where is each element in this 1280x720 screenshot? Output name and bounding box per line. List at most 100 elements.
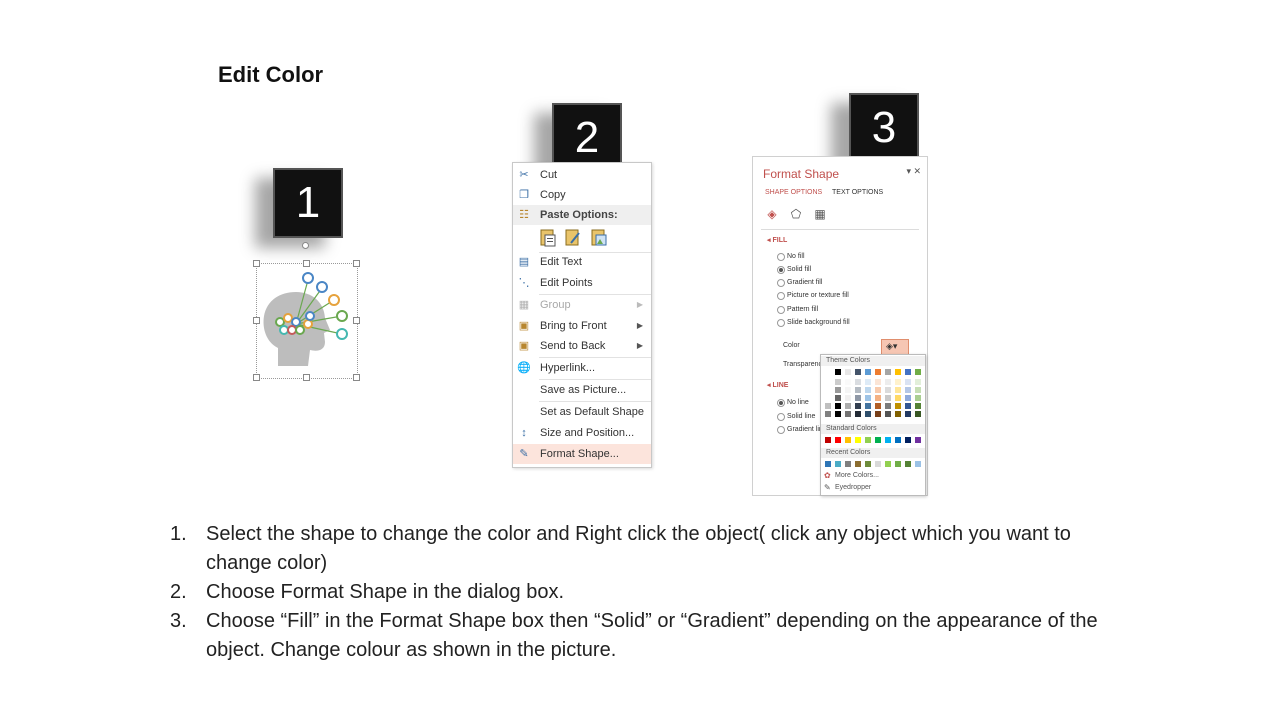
- standard-color-swatch[interactable]: [885, 437, 891, 443]
- theme-color-swatch[interactable]: [825, 379, 831, 385]
- standard-color-swatch[interactable]: [845, 437, 851, 443]
- theme-color-swatch[interactable]: [855, 395, 861, 401]
- theme-color-swatch[interactable]: [865, 411, 871, 417]
- standard-color-swatch[interactable]: [855, 437, 861, 443]
- theme-color-swatch[interactable]: [885, 379, 891, 385]
- theme-color-swatch[interactable]: [835, 403, 841, 409]
- theme-color-swatch[interactable]: [835, 379, 841, 385]
- theme-color-swatch[interactable]: [895, 403, 901, 409]
- fill-line-icon[interactable]: ◈: [765, 207, 779, 221]
- theme-color-swatch[interactable]: [885, 395, 891, 401]
- menu-item-hyperlink[interactable]: 🌐 Hyperlink...: [513, 358, 651, 378]
- theme-color-swatch[interactable]: [825, 411, 831, 417]
- theme-color-swatch[interactable]: [915, 387, 921, 393]
- menu-item-edit-points[interactable]: ⋱ Edit Points: [513, 273, 651, 293]
- theme-color-swatch[interactable]: [915, 403, 921, 409]
- selected-shape[interactable]: [250, 238, 362, 384]
- menu-item-send-to-back[interactable]: ▣ Send to Back ▶: [513, 336, 651, 356]
- theme-color-swatch[interactable]: [855, 411, 861, 417]
- theme-color-swatch[interactable]: [905, 369, 911, 375]
- theme-color-swatch[interactable]: [915, 411, 921, 417]
- recent-color-swatch[interactable]: [865, 461, 871, 467]
- menu-item-bring-to-front[interactable]: ▣ Bring to Front ▶: [513, 316, 651, 336]
- theme-color-swatch[interactable]: [865, 403, 871, 409]
- effects-icon[interactable]: ⬠: [789, 207, 803, 221]
- standard-color-swatch[interactable]: [835, 437, 841, 443]
- theme-color-swatch[interactable]: [875, 387, 881, 393]
- paste-keep-source-button[interactable]: [539, 227, 557, 247]
- close-icon[interactable]: ▾ ✕: [906, 166, 921, 177]
- theme-color-swatch[interactable]: [835, 387, 841, 393]
- theme-color-swatch[interactable]: [905, 411, 911, 417]
- theme-color-swatch[interactable]: [905, 379, 911, 385]
- paste-picture-button[interactable]: [590, 227, 608, 247]
- more-colors-link[interactable]: More Colors...: [835, 472, 879, 479]
- standard-color-swatch[interactable]: [875, 437, 881, 443]
- color-picker-button[interactable]: ◈▾: [881, 339, 909, 355]
- theme-color-swatch[interactable]: [855, 403, 861, 409]
- theme-color-swatch[interactable]: [885, 387, 891, 393]
- theme-color-swatch[interactable]: [835, 395, 841, 401]
- menu-item-size-position[interactable]: ↕ Size and Position...: [513, 423, 651, 443]
- theme-color-swatch[interactable]: [845, 387, 851, 393]
- recent-color-swatch[interactable]: [835, 461, 841, 467]
- theme-color-swatch[interactable]: [895, 411, 901, 417]
- theme-color-swatch[interactable]: [845, 369, 851, 375]
- theme-color-swatch[interactable]: [915, 379, 921, 385]
- size-properties-icon[interactable]: ▦: [813, 207, 827, 221]
- tab-text-options[interactable]: TEXT OPTIONS: [832, 189, 883, 196]
- theme-color-swatch[interactable]: [825, 369, 831, 375]
- menu-item-format-shape[interactable]: ✎ Format Shape...: [513, 444, 651, 464]
- theme-color-swatch[interactable]: [905, 387, 911, 393]
- theme-color-swatch[interactable]: [895, 395, 901, 401]
- recent-color-swatch[interactable]: [915, 461, 921, 467]
- theme-color-swatch[interactable]: [875, 369, 881, 375]
- theme-color-swatch[interactable]: [845, 379, 851, 385]
- theme-color-swatch[interactable]: [885, 369, 891, 375]
- eyedropper-link[interactable]: Eyedropper: [835, 484, 871, 491]
- menu-item-copy[interactable]: ❐ Copy: [513, 185, 651, 205]
- theme-color-swatch[interactable]: [865, 369, 871, 375]
- theme-color-swatch[interactable]: [875, 403, 881, 409]
- menu-item-cut[interactable]: ✂ Cut: [513, 165, 651, 185]
- theme-color-swatch[interactable]: [915, 369, 921, 375]
- line-section-header[interactable]: ◂ LINE: [767, 381, 788, 389]
- theme-color-swatch[interactable]: [885, 411, 891, 417]
- theme-color-swatch[interactable]: [875, 379, 881, 385]
- standard-color-swatch[interactable]: [825, 437, 831, 443]
- theme-color-swatch[interactable]: [855, 369, 861, 375]
- recent-color-swatch[interactable]: [855, 461, 861, 467]
- theme-color-swatch[interactable]: [865, 387, 871, 393]
- tab-shape-options[interactable]: SHAPE OPTIONS: [765, 189, 822, 196]
- theme-color-swatch[interactable]: [825, 387, 831, 393]
- theme-color-swatch[interactable]: [855, 387, 861, 393]
- theme-color-swatch[interactable]: [905, 403, 911, 409]
- theme-color-swatch[interactable]: [875, 411, 881, 417]
- theme-color-swatch[interactable]: [825, 403, 831, 409]
- recent-color-swatch[interactable]: [845, 461, 851, 467]
- standard-color-swatch[interactable]: [915, 437, 921, 443]
- recent-color-swatch[interactable]: [825, 461, 831, 467]
- theme-color-swatch[interactable]: [825, 395, 831, 401]
- standard-color-swatch[interactable]: [865, 437, 871, 443]
- theme-color-swatch[interactable]: [895, 387, 901, 393]
- theme-color-swatch[interactable]: [855, 379, 861, 385]
- theme-color-swatch[interactable]: [865, 379, 871, 385]
- recent-color-swatch[interactable]: [905, 461, 911, 467]
- theme-color-swatch[interactable]: [845, 411, 851, 417]
- paste-use-destination-button[interactable]: [564, 227, 582, 247]
- recent-color-swatch[interactable]: [885, 461, 891, 467]
- theme-color-swatch[interactable]: [845, 403, 851, 409]
- theme-color-swatch[interactable]: [905, 395, 911, 401]
- menu-item-edit-text[interactable]: ▤ Edit Text: [513, 252, 651, 272]
- standard-color-swatch[interactable]: [895, 437, 901, 443]
- theme-color-swatch[interactable]: [885, 403, 891, 409]
- theme-color-swatch[interactable]: [835, 411, 841, 417]
- standard-color-swatch[interactable]: [905, 437, 911, 443]
- theme-color-swatch[interactable]: [875, 395, 881, 401]
- theme-color-swatch[interactable]: [845, 395, 851, 401]
- theme-color-swatch[interactable]: [915, 395, 921, 401]
- recent-color-swatch[interactable]: [895, 461, 901, 467]
- menu-item-save-as-picture[interactable]: Save as Picture...: [513, 380, 651, 400]
- theme-color-swatch[interactable]: [895, 379, 901, 385]
